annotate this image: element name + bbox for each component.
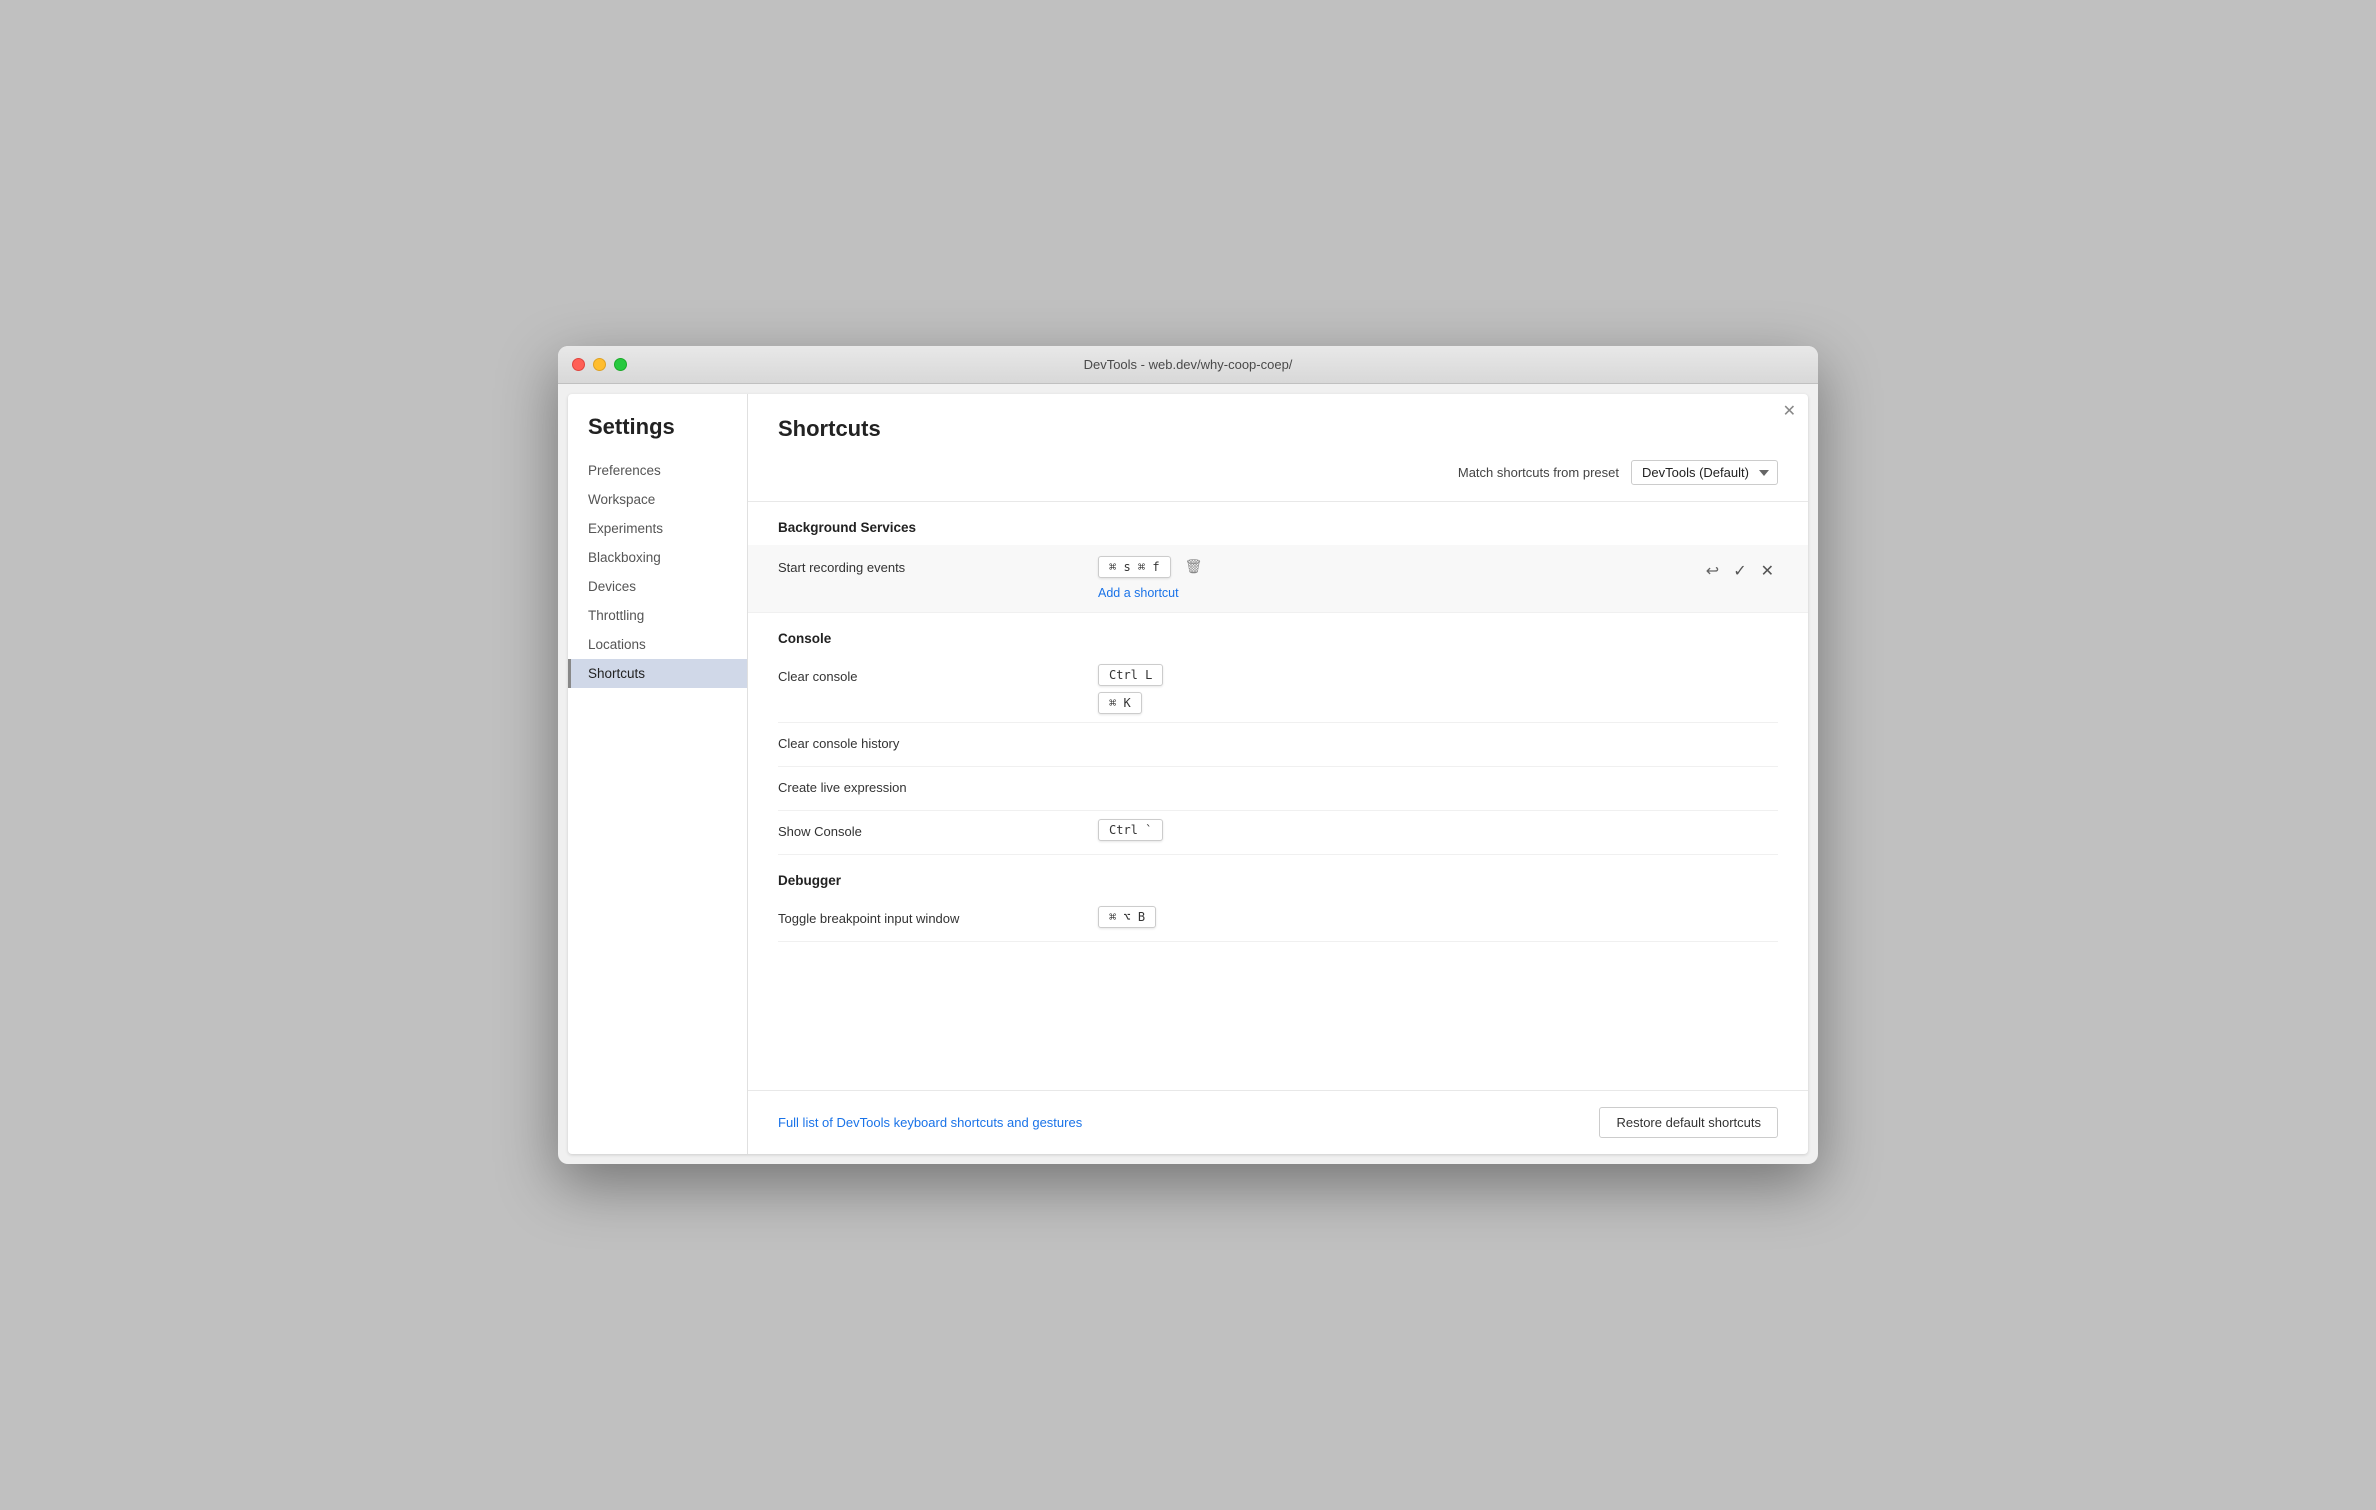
- shortcut-key-row: ⌘ s ⌘ f 🗑: [1098, 555, 1702, 578]
- sidebar: Settings Preferences Workspace Experimen…: [568, 394, 748, 1154]
- sidebar-item-shortcuts[interactable]: Shortcuts: [568, 659, 747, 688]
- shortcut-name-clear-console-history: Clear console history: [778, 731, 1098, 751]
- sidebar-title: Settings: [568, 414, 747, 456]
- shortcut-key-row-cmd-k: ⌘ K: [1098, 692, 1778, 714]
- shortcut-key-row-ctrl-backtick: Ctrl `: [1098, 819, 1778, 841]
- add-shortcut-row: Add a shortcut: [1098, 584, 1702, 602]
- restore-default-shortcuts-button[interactable]: Restore default shortcuts: [1599, 1107, 1778, 1138]
- undo-edit-button[interactable]: ↩: [1702, 559, 1723, 583]
- titlebar: DevTools - web.dev/why-coop-coep/: [558, 346, 1818, 384]
- section-header-console: Console: [778, 613, 1778, 656]
- shortcut-keys-show-console: Ctrl `: [1098, 819, 1778, 841]
- shortcuts-content: Background Services Start recording even…: [748, 502, 1808, 1090]
- footer-link[interactable]: Full list of DevTools keyboard shortcuts…: [778, 1115, 1082, 1130]
- cancel-edit-button[interactable]: ✕: [1757, 559, 1778, 583]
- edit-actions: ↩ ✓ ✕: [1702, 555, 1778, 583]
- key-badge-ctrl-l: Ctrl L: [1098, 664, 1163, 686]
- preset-select[interactable]: DevTools (Default) Visual Studio Code: [1631, 460, 1778, 485]
- key-badge-cmd-s-cmd-f: ⌘ s ⌘ f: [1098, 556, 1171, 578]
- preset-label: Match shortcuts from preset: [1458, 465, 1619, 480]
- shortcut-name-toggle-breakpoint: Toggle breakpoint input window: [778, 906, 1098, 926]
- shortcut-row-create-live-expression: Create live expression: [778, 767, 1778, 811]
- footer: Full list of DevTools keyboard shortcuts…: [748, 1090, 1808, 1154]
- window-title: DevTools - web.dev/why-coop-coep/: [1084, 357, 1293, 372]
- section-header-debugger: Debugger: [778, 855, 1778, 898]
- key-badge-cmd-alt-b: ⌘ ⌥ B: [1098, 906, 1156, 928]
- devtools-window: DevTools - web.dev/why-coop-coep/ ✕ Sett…: [558, 346, 1818, 1164]
- sidebar-item-experiments[interactable]: Experiments: [568, 514, 747, 543]
- confirm-edit-button[interactable]: ✓: [1729, 559, 1750, 583]
- key-badge-cmd-k: ⌘ K: [1098, 692, 1142, 714]
- sidebar-item-devices[interactable]: Devices: [568, 572, 747, 601]
- delete-shortcut-icon[interactable]: 🗑: [1179, 555, 1209, 578]
- shortcut-key-row-cmd-alt-b: ⌘ ⌥ B: [1098, 906, 1778, 928]
- main-header: Shortcuts Match shortcuts from preset De…: [748, 394, 1808, 502]
- shortcut-row-toggle-breakpoint: Toggle breakpoint input window ⌘ ⌥ B: [778, 898, 1778, 942]
- preset-row: Match shortcuts from preset DevTools (De…: [778, 460, 1778, 501]
- maximize-traffic-light[interactable]: [614, 358, 627, 371]
- shortcut-name-clear-console: Clear console: [778, 664, 1098, 684]
- add-shortcut-link[interactable]: Add a shortcut: [1098, 586, 1179, 600]
- shortcut-name-show-console: Show Console: [778, 819, 1098, 839]
- main-panel: Shortcuts Match shortcuts from preset De…: [748, 394, 1808, 1154]
- shortcut-keys-toggle-breakpoint: ⌘ ⌥ B: [1098, 906, 1778, 928]
- shortcut-name-create-live-expression: Create live expression: [778, 775, 1098, 795]
- minimize-traffic-light[interactable]: [593, 358, 606, 371]
- shortcut-row-clear-console-history: Clear console history: [778, 723, 1778, 767]
- sidebar-item-blackboxing[interactable]: Blackboxing: [568, 543, 747, 572]
- sidebar-item-locations[interactable]: Locations: [568, 630, 747, 659]
- shortcut-keys-clear-console: Ctrl L ⌘ K: [1098, 664, 1778, 714]
- shortcut-row-clear-console: Clear console Ctrl L ⌘ K: [778, 656, 1778, 723]
- shortcut-row-show-console: Show Console Ctrl `: [778, 811, 1778, 855]
- shortcut-row-start-recording: Start recording events ⌘ s ⌘ f 🗑 Add a s…: [748, 545, 1808, 613]
- shortcut-key-row-ctrl-l: Ctrl L: [1098, 664, 1778, 686]
- close-traffic-light[interactable]: [572, 358, 585, 371]
- page-title: Shortcuts: [778, 416, 1778, 442]
- sidebar-item-workspace[interactable]: Workspace: [568, 485, 747, 514]
- sidebar-item-preferences[interactable]: Preferences: [568, 456, 747, 485]
- close-button[interactable]: ✕: [1783, 404, 1796, 420]
- settings-content: ✕ Settings Preferences Workspace Experim…: [568, 394, 1808, 1154]
- sidebar-item-throttling[interactable]: Throttling: [568, 601, 747, 630]
- shortcut-keys-start-recording: ⌘ s ⌘ f 🗑 Add a shortcut: [1098, 555, 1702, 602]
- shortcut-name-start-recording: Start recording events: [778, 555, 1098, 575]
- section-header-background-services: Background Services: [778, 502, 1778, 545]
- key-badge-ctrl-backtick: Ctrl `: [1098, 819, 1163, 841]
- traffic-lights: [572, 358, 627, 371]
